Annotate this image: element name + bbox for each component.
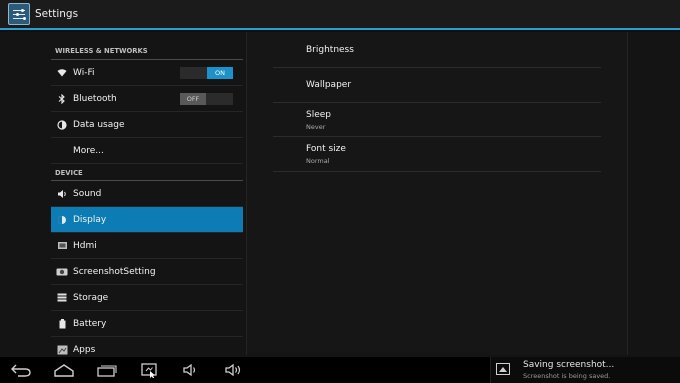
settings-item-label: ScreenshotSetting bbox=[73, 266, 156, 277]
pref-summary: Never bbox=[306, 123, 326, 131]
settings-item-apps[interactable]: Apps bbox=[51, 337, 243, 357]
speaker-icon bbox=[51, 189, 73, 199]
settings-item-label: Hdmi bbox=[73, 240, 97, 251]
settings-item-label: Bluetooth bbox=[73, 93, 117, 104]
bluetooth-icon bbox=[51, 93, 73, 104]
settings-item-display[interactable]: Display bbox=[51, 207, 243, 233]
battery-icon bbox=[51, 318, 73, 329]
recent-apps-icon[interactable] bbox=[94, 360, 120, 380]
notification-title: Saving screenshot... bbox=[523, 360, 615, 370]
settings-item-battery[interactable]: Battery bbox=[51, 311, 243, 337]
wifi-icon bbox=[51, 68, 73, 77]
action-bar: Settings bbox=[0, 0, 680, 30]
pref-title: Wallpaper bbox=[306, 80, 352, 90]
settings-item-storage[interactable]: Storage bbox=[51, 285, 243, 311]
back-icon[interactable] bbox=[8, 360, 34, 380]
settings-item-label: Storage bbox=[73, 292, 109, 303]
system-navigation-bar: Saving screenshot... Screenshot is being… bbox=[0, 357, 680, 383]
pref-title: Font size bbox=[306, 144, 346, 154]
settings-item-label: Apps bbox=[73, 344, 96, 355]
settings-item-label: Battery bbox=[73, 318, 107, 329]
settings-item-bluetooth[interactable]: Bluetooth OFF bbox=[51, 86, 243, 112]
home-icon[interactable] bbox=[51, 360, 77, 380]
image-icon bbox=[496, 363, 510, 375]
storage-icon bbox=[51, 293, 73, 302]
settings-item-label: Data usage bbox=[73, 119, 125, 130]
settings-item-data-usage[interactable]: Data usage bbox=[51, 112, 243, 138]
settings-categories-list[interactable]: WIRELESS & NETWORKS Wi-Fi ON Bluetooth O… bbox=[51, 32, 243, 357]
pref-title: Sleep bbox=[306, 110, 332, 120]
settings-item-hdmi[interactable]: Hdmi bbox=[51, 233, 243, 259]
page-title: Settings bbox=[35, 8, 79, 20]
settings-sliders-icon[interactable] bbox=[8, 3, 30, 25]
settings-item-label: Wi-Fi bbox=[73, 67, 95, 78]
settings-content: WIRELESS & NETWORKS Wi-Fi ON Bluetooth O… bbox=[0, 32, 680, 357]
bluetooth-toggle[interactable]: OFF bbox=[180, 93, 233, 105]
display-settings-pane: Brightness Wallpaper Sleep Never Font si… bbox=[246, 32, 628, 355]
pref-brightness[interactable]: Brightness bbox=[273, 32, 601, 68]
settings-item-sound[interactable]: Sound bbox=[51, 181, 243, 207]
pref-font-size[interactable]: Font size Normal bbox=[273, 137, 601, 172]
toggle-state: ON bbox=[207, 67, 233, 79]
screenshot-notification[interactable]: Saving screenshot... Screenshot is being… bbox=[490, 357, 680, 383]
settings-item-label: Display bbox=[73, 214, 107, 225]
data-usage-icon bbox=[51, 119, 73, 130]
pref-wallpaper[interactable]: Wallpaper bbox=[273, 68, 601, 103]
screenshot-icon[interactable] bbox=[136, 360, 162, 380]
apps-icon bbox=[51, 345, 73, 355]
notification-subtitle: Screenshot is being saved. bbox=[523, 372, 611, 380]
settings-item-label: More... bbox=[73, 145, 104, 156]
settings-item-screenshot[interactable]: ScreenshotSetting bbox=[51, 259, 243, 285]
toggle-state: OFF bbox=[180, 93, 206, 105]
section-header-device: DEVICE bbox=[51, 164, 243, 181]
volume-down-icon[interactable] bbox=[178, 360, 204, 380]
pref-title: Brightness bbox=[306, 45, 354, 55]
section-header-wireless: WIRELESS & NETWORKS bbox=[51, 32, 243, 60]
settings-item-wifi[interactable]: Wi-Fi ON bbox=[51, 60, 243, 86]
hdmi-icon bbox=[51, 241, 73, 250]
camera-icon bbox=[51, 267, 73, 276]
settings-item-more[interactable]: More... bbox=[51, 138, 243, 164]
settings-item-label: Sound bbox=[73, 188, 102, 199]
wifi-toggle[interactable]: ON bbox=[180, 67, 233, 79]
pref-summary: Normal bbox=[306, 157, 330, 165]
volume-up-icon[interactable] bbox=[221, 360, 247, 380]
pref-sleep[interactable]: Sleep Never bbox=[273, 103, 601, 137]
display-icon bbox=[51, 215, 73, 225]
